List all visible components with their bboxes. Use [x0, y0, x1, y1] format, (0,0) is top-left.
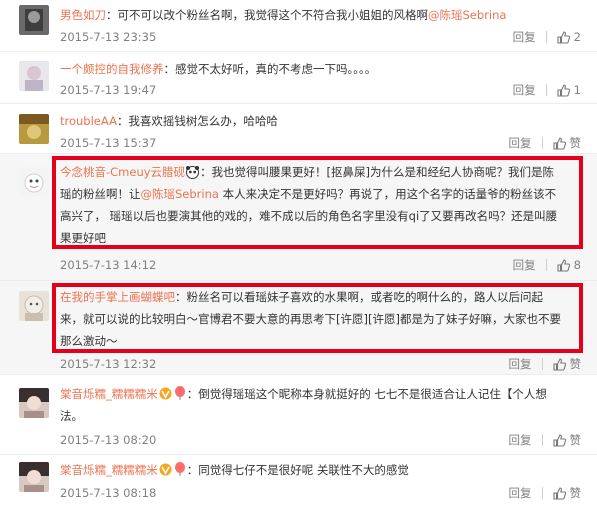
comment-time: 2015-7-13 14:12: [60, 258, 157, 272]
divider: [545, 84, 547, 96]
divider: [541, 358, 543, 370]
balloon-badge-icon: [174, 462, 185, 476]
comment-username[interactable]: 今念桃音-Cmeuy云腊砚: [60, 165, 185, 179]
divider: [541, 487, 543, 499]
like-button[interactable]: 8: [557, 258, 581, 272]
thumbs-up-icon: [557, 258, 570, 272]
vip-badge-icon: [159, 463, 172, 476]
like-label: 赞: [569, 357, 582, 371]
like-label: 赞: [569, 136, 582, 150]
comment-username[interactable]: 男色如刀: [60, 8, 106, 22]
comment-time: 2015-7-13 08:20: [60, 433, 157, 447]
avatar[interactable]: [19, 291, 49, 321]
comment-username[interactable]: troubleAA: [60, 114, 117, 128]
comment-actions: 回复 赞: [509, 432, 582, 448]
avatar[interactable]: [19, 388, 49, 418]
comment-time: 2015-7-13 23:35: [60, 30, 157, 44]
comment-username[interactable]: 棠音烁糯_糯糯糯米: [60, 387, 158, 401]
comment-item: 一个颇控的自我修养：感觉不太好听，真的不考虑一下吗。。。。 2015-7-13 …: [0, 52, 597, 104]
thumbs-up-icon: [552, 486, 566, 500]
comment-actions: 回复 赞: [509, 356, 582, 372]
comment-text: 一个颇控的自我修养：感觉不太好听，真的不考虑一下吗。。。。: [60, 62, 377, 76]
thumbs-up-icon: [552, 433, 566, 447]
reply-button[interactable]: 回复: [513, 257, 536, 273]
like-button[interactable]: 赞: [552, 135, 582, 151]
avatar[interactable]: [19, 5, 49, 35]
comment-item: troubleAA：我喜欢摇钱树怎么办，哈哈哈 2015-7-13 15:37 …: [0, 104, 597, 154]
comment-username[interactable]: 在我的手掌上画蝴蝶吧: [60, 290, 175, 304]
reply-button[interactable]: 回复: [513, 82, 536, 98]
comment-time: 2015-7-13 19:47: [60, 83, 157, 97]
panda-emoticon-icon: [186, 166, 200, 179]
divider: [541, 137, 543, 149]
comment-text: 男色如刀：可不可以改个粉丝名啊，我觉得这个不符合我小姐姐的风格啊@陈瑶Sebri…: [60, 8, 507, 22]
reply-button[interactable]: 回复: [509, 432, 532, 448]
comment-actions: 回复 8: [513, 257, 581, 273]
avatar[interactable]: [19, 61, 49, 91]
divider: [545, 259, 547, 271]
comment-item: 棠音烁糯_糯糯糯米 ：同觉得七仔不是很好呢 关联性不大的感觉 2015-7-13 …: [0, 455, 597, 512]
comment-time: 2015-7-13 08:18: [60, 486, 157, 500]
comment-actions: 回复 赞: [509, 135, 582, 151]
comment-actions: 回复 1: [513, 82, 581, 98]
like-button[interactable]: 赞: [552, 432, 582, 448]
like-count: 8: [573, 258, 581, 272]
divider: [541, 434, 543, 446]
comment-text: 在我的手掌上画蝴蝶吧：粉丝名可以看瑶妹子喜欢的水果啊，或者吃的啊什么的，路人以后…: [60, 290, 561, 348]
avatar[interactable]: [19, 167, 49, 197]
comment-time: 2015-7-13 15:37: [60, 136, 157, 150]
thumbs-up-icon: [557, 30, 570, 44]
comment-username[interactable]: 一个颇控的自我修养: [60, 62, 164, 76]
like-button[interactable]: 2: [557, 30, 581, 44]
comment-item: 棠音烁糯_糯糯糯米 ：倒觉得瑶瑶这个昵称本身就挺好的 七七不是很适合让人记住【个人…: [0, 375, 597, 455]
comment-time: 2015-7-13 12:32: [60, 357, 157, 371]
comment-item: 男色如刀：可不可以改个粉丝名啊，我觉得这个不符合我小姐姐的风格啊@陈瑶Sebri…: [0, 0, 597, 52]
like-count: 2: [573, 30, 581, 44]
comment-text: 棠音烁糯_糯糯糯米 ：倒觉得瑶瑶这个昵称本身就挺好的 七七不是很适合让人记住【个人…: [60, 386, 547, 423]
comment-actions: 回复 赞: [509, 485, 582, 501]
like-label: 赞: [569, 433, 582, 447]
comment-item: 今念桃音-Cmeuy云腊砚 ：我也觉得叫腰果更好！[抠鼻屎]为什么是和经纪人协商呢…: [0, 154, 597, 281]
comment-username[interactable]: 棠音烁糯_糯糯糯米: [60, 463, 158, 477]
thumbs-up-icon: [552, 136, 566, 150]
like-button[interactable]: 赞: [552, 485, 582, 501]
comment-text: 棠音烁糯_糯糯糯米 ：同觉得七仔不是很好呢 关联性不大的感觉: [60, 462, 409, 477]
balloon-badge-icon: [174, 386, 185, 400]
avatar[interactable]: [19, 114, 49, 144]
like-button[interactable]: 1: [557, 83, 581, 97]
like-count: 1: [573, 83, 581, 97]
reply-button[interactable]: 回复: [509, 356, 532, 372]
thumbs-up-icon: [552, 357, 566, 371]
reply-button[interactable]: 回复: [509, 135, 532, 151]
avatar[interactable]: [19, 462, 49, 492]
comment-item: 在我的手掌上画蝴蝶吧：粉丝名可以看瑶妹子喜欢的水果啊，或者吃的啊什么的，路人以后…: [0, 281, 597, 375]
reply-button[interactable]: 回复: [509, 485, 532, 501]
reply-button[interactable]: 回复: [513, 29, 536, 45]
divider: [545, 31, 547, 43]
comment-actions: 回复 2: [513, 29, 581, 45]
like-label: 赞: [569, 486, 582, 500]
like-button[interactable]: 赞: [552, 356, 582, 372]
mention-link[interactable]: @陈瑶Sebrina: [428, 8, 506, 22]
comment-text: troubleAA：我喜欢摇钱树怎么办，哈哈哈: [60, 114, 278, 128]
thumbs-up-icon: [557, 83, 570, 97]
vip-badge-icon: [159, 387, 172, 400]
comment-text: 今念桃音-Cmeuy云腊砚 ：我也觉得叫腰果更好！[抠鼻屎]为什么是和经纪人协商呢…: [60, 165, 558, 245]
mention-link[interactable]: @陈瑶Sebrina: [141, 187, 219, 201]
